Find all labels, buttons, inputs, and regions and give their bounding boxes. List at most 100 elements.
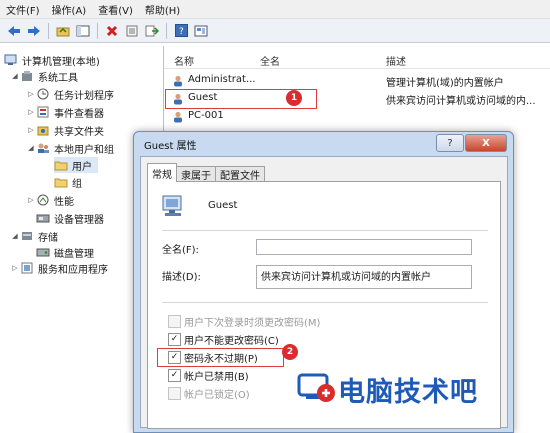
properties-icon[interactable] bbox=[124, 23, 140, 39]
tree-item-system-tools[interactable]: ◢ 系统工具 bbox=[10, 68, 78, 84]
tree-label: 共享文件夹 bbox=[54, 126, 104, 138]
dialog-caption-buttons: ? X bbox=[436, 134, 507, 152]
collapse-triangle-icon[interactable]: ◢ bbox=[10, 232, 20, 240]
tree-item-performance[interactable]: ▷ 性能 bbox=[26, 192, 74, 208]
tree-item-device-manager[interactable]: 设备管理器 bbox=[36, 210, 104, 226]
toolbar-separator bbox=[48, 22, 49, 39]
computer-management-icon bbox=[4, 54, 18, 66]
checkbox-account-disabled[interactable]: ✓ 帐户已禁用(B) bbox=[168, 368, 249, 383]
checkbox-box[interactable] bbox=[168, 386, 181, 400]
checkbox-cannot-change-password[interactable]: ✓ 用户不能更改密码(C) bbox=[168, 332, 279, 347]
folder-icon bbox=[54, 159, 68, 171]
username-label: Guest bbox=[208, 200, 238, 211]
tab-profile[interactable]: 配置文件 bbox=[215, 166, 265, 182]
watermark: 电脑技术吧 bbox=[296, 362, 550, 416]
menu-view[interactable]: 查看(V) bbox=[92, 2, 139, 17]
collapse-triangle-icon[interactable]: ◢ bbox=[10, 72, 20, 80]
device-manager-icon bbox=[36, 212, 50, 224]
console-tree-icon[interactable] bbox=[75, 23, 91, 39]
checkbox-label: 帐户已锁定(O) bbox=[184, 389, 250, 401]
column-name[interactable]: 名称 bbox=[174, 53, 194, 68]
help-icon[interactable]: ? bbox=[173, 23, 189, 39]
tree-item-users[interactable]: 用户 bbox=[54, 157, 98, 173]
dialog-help-button[interactable]: ? bbox=[436, 134, 464, 152]
delete-icon[interactable] bbox=[104, 23, 120, 39]
fullname-field[interactable] bbox=[256, 239, 472, 255]
expand-triangle-icon[interactable]: ▷ bbox=[26, 126, 36, 134]
user-icon bbox=[174, 75, 182, 87]
tree-label: 存储 bbox=[38, 232, 58, 244]
tree-label: 任务计划程序 bbox=[54, 90, 114, 102]
event-viewer-icon bbox=[36, 106, 50, 118]
tree-item-storage[interactable]: ◢ 存储 bbox=[10, 228, 58, 244]
export-icon[interactable] bbox=[144, 23, 160, 39]
users-group-icon bbox=[36, 142, 50, 154]
back-arrow-icon[interactable] bbox=[6, 23, 22, 39]
dialog-tabs: 常规 隶属于 配置文件 bbox=[147, 163, 265, 182]
tree-item-local-users-groups[interactable]: ◢ 本地用户和组 bbox=[26, 140, 114, 156]
watermark-text: 电脑技术吧 bbox=[338, 376, 478, 408]
step-badge-2: 2 bbox=[282, 344, 298, 360]
column-description[interactable]: 描述 bbox=[386, 53, 406, 68]
expand-triangle-icon[interactable]: ▷ bbox=[10, 264, 20, 272]
menu-help[interactable]: 帮助(H) bbox=[139, 2, 186, 17]
tree-label: 性能 bbox=[54, 196, 74, 208]
menu-action[interactable]: 操作(A) bbox=[46, 2, 93, 17]
tree-label: 设备管理器 bbox=[54, 214, 104, 226]
services-icon bbox=[20, 262, 34, 274]
toolbar-separator bbox=[166, 22, 167, 39]
step-badge-1: 1 bbox=[286, 90, 302, 106]
tree-item-task-scheduler[interactable]: ▷ 任务计划程序 bbox=[26, 86, 114, 102]
expand-triangle-icon[interactable]: ▷ bbox=[26, 196, 36, 204]
storage-icon bbox=[20, 230, 34, 242]
up-folder-icon[interactable] bbox=[55, 23, 71, 39]
view-icon[interactable] bbox=[193, 23, 209, 39]
collapse-triangle-icon[interactable]: ◢ bbox=[26, 144, 36, 152]
checkmark-icon[interactable]: ✓ bbox=[168, 368, 181, 382]
checkbox-must-change-password[interactable]: 用户下次登录时须更改密码(M) bbox=[168, 314, 321, 329]
checkbox-label: 用户不能更改密码(C) bbox=[184, 335, 279, 347]
performance-icon bbox=[36, 194, 50, 206]
dialog-title: Guest 属性 bbox=[144, 141, 197, 152]
tree-label: 计算机管理(本地) bbox=[22, 56, 100, 68]
checkbox-account-locked[interactable]: 帐户已锁定(O) bbox=[168, 386, 250, 401]
dialog-close-button[interactable]: X bbox=[465, 134, 507, 152]
tree-item-event-viewer[interactable]: ▷ 事件查看器 bbox=[26, 104, 104, 120]
tab-member-of[interactable]: 隶属于 bbox=[176, 166, 216, 182]
checkbox-label: 帐户已禁用(B) bbox=[184, 371, 249, 383]
tree-item-shared-folders[interactable]: ▷ 共享文件夹 bbox=[26, 122, 104, 138]
toolbar: ? bbox=[0, 19, 550, 43]
fullname-label: 全名(F): bbox=[162, 245, 199, 256]
tree-label: 事件查看器 bbox=[54, 108, 104, 120]
watermark-logo-icon bbox=[297, 373, 335, 402]
divider bbox=[162, 302, 488, 303]
expand-triangle-icon[interactable]: ▷ bbox=[26, 90, 36, 98]
checkmark-icon[interactable]: ✓ bbox=[168, 332, 181, 346]
tree-item-groups[interactable]: 组 bbox=[54, 174, 82, 190]
checkbox-label: 用户下次登录时须更改密码(M) bbox=[184, 317, 321, 329]
system-tools-icon bbox=[20, 70, 34, 82]
description-field[interactable]: 供来宾访问计算机或访问域的内置帐户 bbox=[256, 265, 472, 289]
menu-file[interactable]: 文件(F) bbox=[0, 2, 46, 17]
column-fullname[interactable]: 全名 bbox=[260, 53, 280, 68]
table-row[interactable]: PC-001 bbox=[164, 108, 550, 126]
tree-label: 用户 bbox=[72, 161, 92, 173]
user-avatar-icon bbox=[162, 195, 182, 216]
tree-item-disk-management[interactable]: 磁盘管理 bbox=[36, 244, 94, 260]
description-label: 描述(D): bbox=[162, 272, 201, 283]
svg-text:?: ? bbox=[179, 27, 184, 37]
table-row[interactable]: Administrat... 管理计算机(域)的内置帐户 bbox=[164, 72, 550, 90]
tree-item-computer-management[interactable]: 计算机管理(本地) bbox=[4, 52, 100, 68]
tree-label: 本地用户和组 bbox=[54, 144, 114, 156]
checkbox-box[interactable] bbox=[168, 314, 181, 328]
folder-icon bbox=[54, 176, 68, 188]
expand-triangle-icon[interactable]: ▷ bbox=[26, 108, 36, 116]
tab-general[interactable]: 常规 bbox=[147, 163, 177, 182]
list-header: 名称 全名 描述 bbox=[164, 52, 550, 69]
row-description: 供来宾访问计算机或访问域的内... bbox=[386, 96, 536, 107]
clock-icon bbox=[36, 88, 50, 100]
row-name: Administrat... bbox=[188, 74, 256, 85]
forward-arrow-icon[interactable] bbox=[26, 23, 42, 39]
row-description: 管理计算机(域)的内置帐户 bbox=[386, 78, 504, 89]
tree-item-services-apps[interactable]: ▷ 服务和应用程序 bbox=[10, 260, 108, 276]
